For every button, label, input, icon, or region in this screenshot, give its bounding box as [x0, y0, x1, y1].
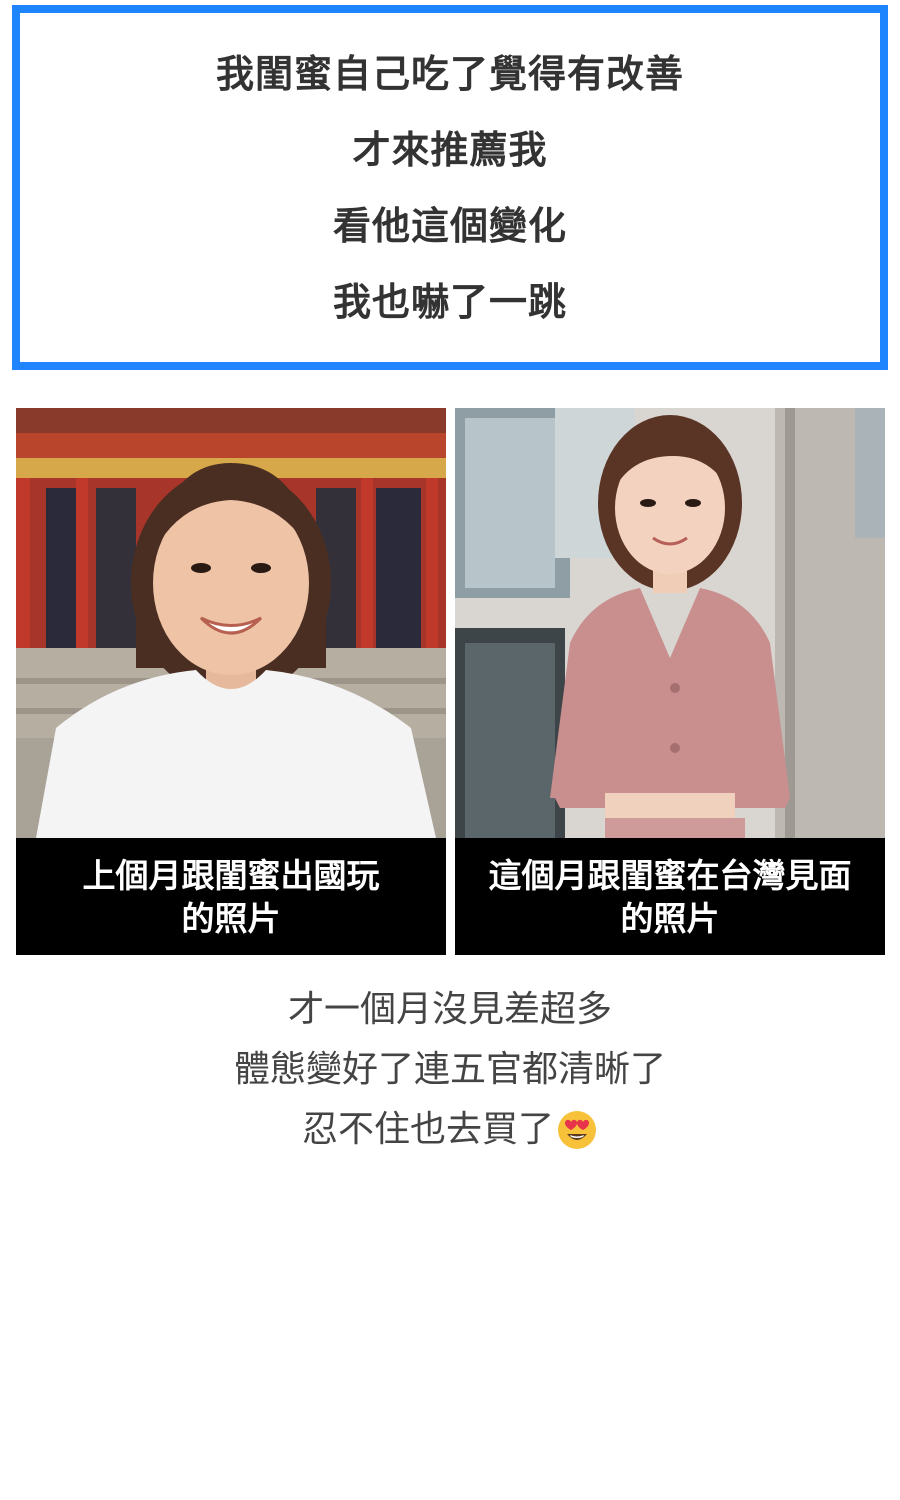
caption-line: 的照片 — [620, 898, 720, 938]
after-photo-card: 這個月跟閨蜜在台灣見面 的照片 — [455, 408, 885, 955]
headline-line: 看他這個變化 — [332, 203, 567, 248]
caption-line: 這個月跟閨蜜在台灣見面 — [488, 855, 852, 895]
before-photo-card: 上個月跟閨蜜出國玩 的照片 — [16, 408, 446, 955]
body-line-text: 忍不住也去買了 — [301, 1109, 554, 1150]
caption-line: 的照片 — [181, 898, 281, 938]
body-text: 才一個月沒見差超多 體態變好了連五官都清晰了 忍不住也去買了 — [0, 980, 900, 1160]
headline-line: 我也嚇了一跳 — [332, 279, 567, 324]
after-photo — [455, 408, 885, 838]
caption-line: 上個月跟閨蜜出國玩 — [82, 855, 380, 895]
article-page: 我閨蜜自己吃了覺得有改善 才來推薦我 看他這個變化 我也嚇了一跳 上個月跟閨蜜出… — [0, 0, 900, 1500]
body-line: 才一個月沒見差超多 — [287, 989, 612, 1030]
after-caption: 這個月跟閨蜜在台灣見面 的照片 — [455, 838, 885, 955]
body-line: 體態變好了連五官都清晰了 — [233, 1049, 666, 1090]
body-line-with-emoji: 忍不住也去買了 — [302, 1100, 598, 1160]
headline-box: 我閨蜜自己吃了覺得有改善 才來推薦我 看他這個變化 我也嚇了一跳 — [12, 5, 888, 370]
headline-line: 我閨蜜自己吃了覺得有改善 — [215, 51, 684, 96]
headline-line: 才來推薦我 — [352, 127, 548, 172]
heart-eyes-emoji-icon — [558, 1111, 596, 1149]
before-photo — [16, 408, 446, 838]
before-caption: 上個月跟閨蜜出國玩 的照片 — [16, 838, 446, 955]
